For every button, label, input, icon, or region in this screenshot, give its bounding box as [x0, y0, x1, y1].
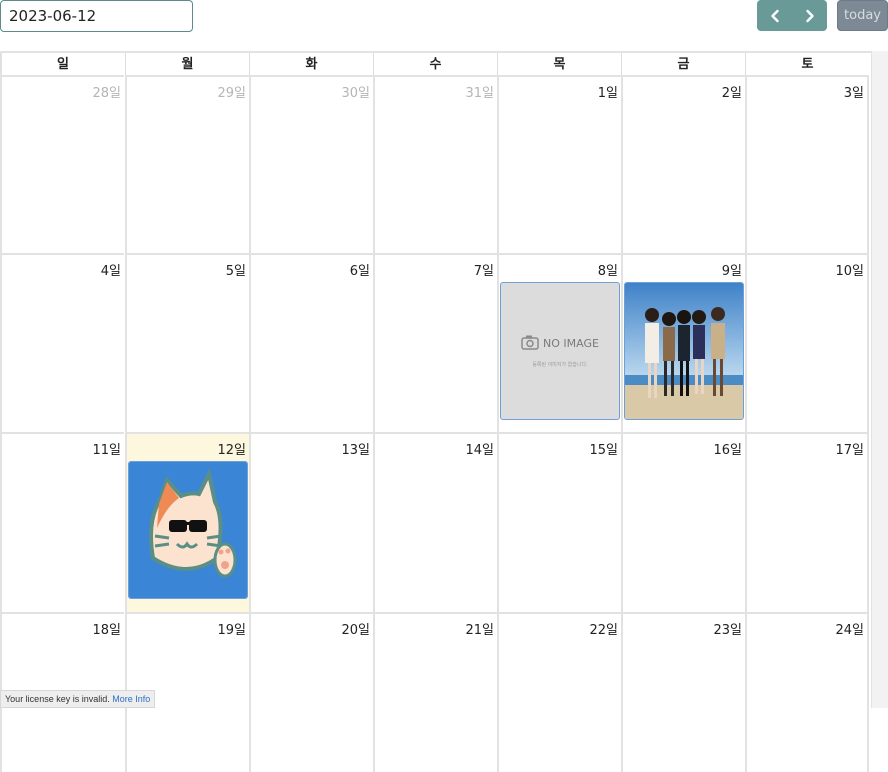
day-number[interactable]: 12일: [217, 439, 246, 458]
day-number[interactable]: 16일: [713, 439, 742, 458]
calendar-grid: 일월화수목금토 28일 29일 30일 31일 1일 2일 3일 4일 5일 6일 7일 8일 NO I…: [0, 51, 871, 772]
day-number[interactable]: 18일: [92, 619, 121, 638]
day-number[interactable]: 11일: [92, 439, 121, 458]
day-number[interactable]: 9일: [722, 260, 742, 279]
event-photo[interactable]: [624, 282, 744, 420]
day-number[interactable]: 22일: [589, 619, 618, 638]
day-number[interactable]: 19일: [217, 619, 246, 638]
day-number[interactable]: 21일: [465, 619, 494, 638]
day-number[interactable]: 20일: [341, 619, 370, 638]
weekday-header-cell: 목: [497, 53, 621, 75]
day-number[interactable]: 7일: [474, 260, 494, 279]
chevron-left-icon: [769, 9, 781, 23]
nav-button-group: [757, 0, 827, 31]
day-number[interactable]: 5일: [226, 260, 246, 279]
day-cell[interactable]: 2일: [621, 75, 745, 254]
day-cell[interactable]: 9일: [621, 253, 745, 432]
day-cell[interactable]: 14일: [373, 432, 497, 612]
day-cell[interactable]: 3일: [745, 75, 869, 254]
day-cell[interactable]: 24일: [745, 612, 869, 772]
day-cell[interactable]: 17일: [745, 432, 869, 612]
weekday-header: 일월화수목금토: [0, 51, 871, 75]
weekday-header-cell: 화: [249, 53, 373, 75]
day-number[interactable]: 24일: [835, 619, 864, 638]
next-button[interactable]: [792, 0, 827, 31]
license-text: Your license key is invalid.: [5, 694, 110, 704]
day-number[interactable]: 14일: [465, 439, 494, 458]
day-number[interactable]: 3일: [844, 82, 864, 101]
day-cell[interactable]: 20일: [249, 612, 373, 772]
day-cell[interactable]: 7일: [373, 253, 497, 432]
event-cat[interactable]: [128, 461, 248, 599]
weekday-header-cell: 일: [0, 53, 124, 75]
day-cell[interactable]: 30일: [249, 75, 373, 254]
day-cell-today[interactable]: 12일: [125, 432, 249, 612]
day-number[interactable]: 1일: [598, 82, 618, 101]
weekday-header-cell: 토: [745, 53, 869, 75]
weekday-header-cell: 금: [621, 53, 745, 75]
noimage-title: NO IMAGE: [543, 337, 599, 350]
today-button[interactable]: today: [837, 0, 888, 31]
day-number[interactable]: 30일: [341, 82, 370, 101]
day-number[interactable]: 29일: [217, 82, 246, 101]
more-info-link[interactable]: More Info: [112, 694, 150, 704]
day-number[interactable]: 4일: [101, 260, 121, 279]
day-cell[interactable]: 16일: [621, 432, 745, 612]
day-number[interactable]: 10일: [835, 260, 864, 279]
weekday-header-cell: 월: [125, 53, 249, 75]
day-number[interactable]: 23일: [713, 619, 742, 638]
calendar-scrollbar[interactable]: [871, 51, 888, 708]
day-number[interactable]: 6일: [350, 260, 370, 279]
date-input[interactable]: [0, 0, 193, 32]
noimage-label-row: NO IMAGE: [521, 334, 599, 353]
chevron-right-icon: [804, 9, 816, 23]
day-number[interactable]: 2일: [722, 82, 742, 101]
week-row: 4일 5일 6일 7일 8일 NO IMAGE 등록된 이미지가 없습니다. 9일 10일: [0, 253, 871, 432]
day-cell[interactable]: 4일: [0, 253, 124, 432]
week-row: 11일 12일 13일 14일 15일 16일 17일: [0, 432, 871, 612]
day-cell[interactable]: 1일: [497, 75, 621, 254]
day-cell[interactable]: 28일: [0, 75, 124, 254]
day-number[interactable]: 31일: [465, 82, 494, 101]
day-cell[interactable]: 15일: [497, 432, 621, 612]
week-row: 28일 29일 30일 31일 1일 2일 3일: [0, 75, 871, 254]
day-number[interactable]: 8일: [598, 260, 618, 279]
group-photo-image: [625, 283, 743, 419]
day-cell[interactable]: 11일: [0, 432, 124, 612]
day-cell[interactable]: 13일: [249, 432, 373, 612]
day-cell[interactable]: 5일: [125, 253, 249, 432]
day-number[interactable]: 28일: [92, 82, 121, 101]
day-cell[interactable]: 29일: [125, 75, 249, 254]
weekday-header-cell: 수: [373, 53, 497, 75]
cat-sticker-image: [129, 462, 247, 598]
day-cell[interactable]: 23일: [621, 612, 745, 772]
noimage-caption: 등록된 이미지가 없습니다.: [532, 362, 588, 368]
day-cell[interactable]: 8일 NO IMAGE 등록된 이미지가 없습니다.: [497, 253, 621, 432]
event-noimage[interactable]: NO IMAGE 등록된 이미지가 없습니다.: [500, 282, 620, 420]
day-number[interactable]: 15일: [589, 439, 618, 458]
prev-button[interactable]: [757, 0, 792, 31]
day-number[interactable]: 17일: [835, 439, 864, 458]
day-cell[interactable]: 10일: [745, 253, 869, 432]
day-number[interactable]: 13일: [341, 439, 370, 458]
day-cell[interactable]: 22일: [497, 612, 621, 772]
camera-icon: [521, 334, 539, 353]
day-cell[interactable]: 21일: [373, 612, 497, 772]
day-cell[interactable]: 6일: [249, 253, 373, 432]
day-cell[interactable]: 31일: [373, 75, 497, 254]
license-warning: Your license key is invalid. More Info: [0, 690, 156, 708]
